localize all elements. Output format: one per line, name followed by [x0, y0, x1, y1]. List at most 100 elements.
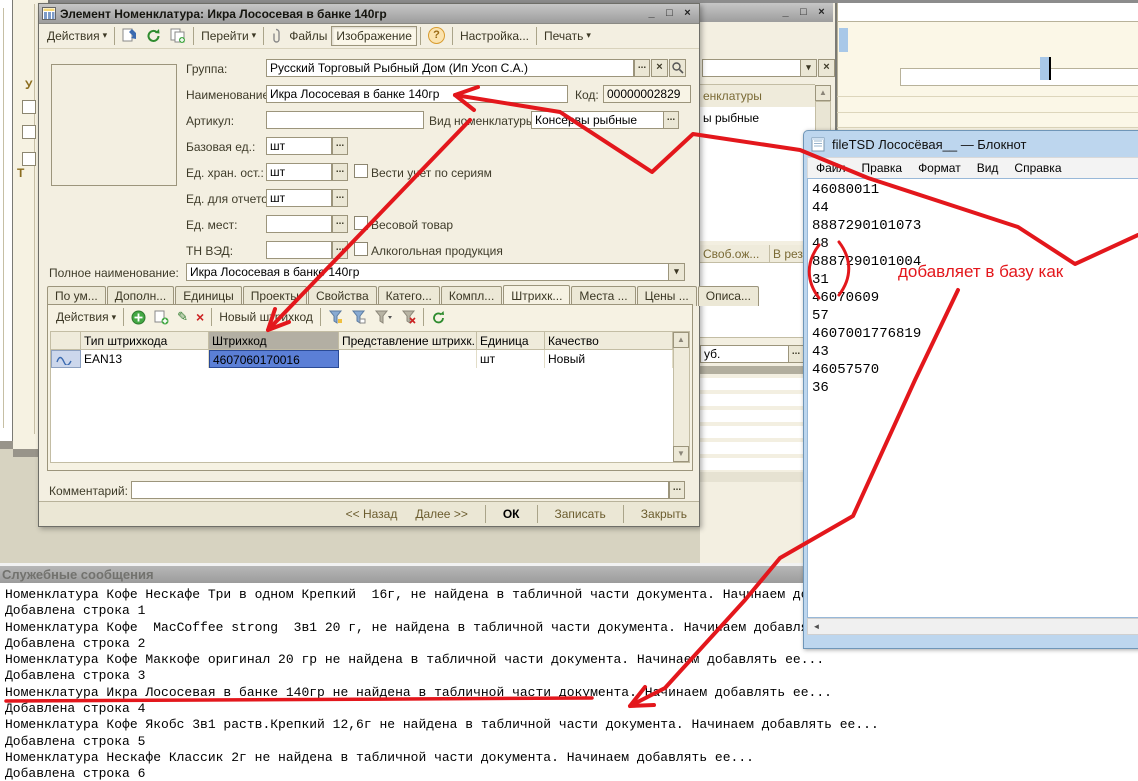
tab-svoystva[interactable]: Свойства — [308, 286, 377, 306]
storage-unit-ellipsis-button[interactable]: ... — [332, 163, 348, 181]
kind-input[interactable]: Консервы рыбные — [531, 111, 665, 129]
col-type-header[interactable]: Тип штрихкода — [81, 332, 209, 350]
code-input[interactable]: 00000002829 — [603, 85, 691, 103]
left-panel-checkbox-2[interactable] — [22, 125, 36, 139]
refresh-list-icon-button[interactable] — [427, 308, 450, 327]
edit-row-button[interactable]: ✎ — [173, 307, 192, 327]
alcohol-checkbox[interactable] — [354, 242, 368, 256]
tab-po-umolchaniyu[interactable]: По ум... — [47, 286, 106, 306]
tab-edinitsy[interactable]: Единицы — [175, 286, 242, 306]
goto-menu-button[interactable]: Перейти▾ — [197, 27, 260, 45]
bg-maximize-button[interactable]: □ — [796, 6, 811, 20]
tab-tseny[interactable]: Цены ... — [637, 286, 697, 306]
tnved-input[interactable] — [266, 241, 332, 259]
full-name-dropdown-button[interactable]: ▾ — [668, 263, 685, 281]
report-unit-input[interactable]: шт — [266, 189, 332, 207]
close-dialog-button[interactable]: Закрыть — [637, 505, 691, 523]
row-presentation-cell[interactable] — [339, 350, 477, 368]
tab-opisanie[interactable]: Описа... — [698, 286, 759, 306]
group-clear-button[interactable]: × — [651, 59, 668, 77]
close-button[interactable]: × — [680, 7, 695, 21]
row-unit-cell[interactable]: шт — [477, 350, 545, 368]
place-unit-input[interactable] — [266, 215, 332, 233]
filter-clear-icon-button[interactable] — [397, 308, 420, 326]
row-quality-cell[interactable]: Новый — [545, 350, 673, 368]
weight-checkbox[interactable] — [354, 216, 368, 230]
series-checkbox[interactable] — [354, 164, 368, 178]
notepad-titlebar[interactable]: fileTSD Лососёвая__ — Блокнот — [804, 131, 1138, 157]
notepad-menu-item[interactable]: Правка — [862, 161, 903, 175]
filter-quick-icon-button[interactable] — [347, 308, 370, 326]
delete-row-button[interactable]: × — [192, 307, 208, 327]
notepad-hscrollbar[interactable]: ◄ — [807, 618, 1138, 635]
tnved-ellipsis-button[interactable]: ... — [332, 241, 348, 259]
notepad-menu-item[interactable]: Справка — [1014, 161, 1061, 175]
reread-icon-button[interactable] — [118, 26, 142, 45]
minimize-button[interactable]: _ — [644, 7, 659, 21]
bg-minimize-button[interactable]: _ — [778, 6, 793, 20]
notepad-menu-item[interactable]: Файл — [816, 161, 846, 175]
print-menu-button[interactable]: Печать▾ — [540, 27, 595, 45]
group-input[interactable]: Русский Торговый Рыбный Дом (Ип Усоп С.А… — [266, 59, 634, 77]
help-icon-button[interactable]: ? — [424, 25, 449, 46]
filter-history-icon-button[interactable] — [370, 308, 397, 326]
bg-close-button[interactable]: × — [814, 6, 829, 20]
col-barcode-header[interactable]: Штрихкод — [209, 332, 339, 350]
tab-mesta[interactable]: Места ... — [571, 286, 635, 306]
tab-dopolnitelnye[interactable]: Дополн... — [107, 286, 174, 306]
tab-komplektuyushchie[interactable]: Компл... — [441, 286, 502, 306]
base-unit-ellipsis-button[interactable]: ... — [332, 137, 348, 155]
bg-grid-scroll-up[interactable]: ▲ — [815, 85, 831, 101]
comment-ellipsis-button[interactable]: ... — [669, 481, 685, 499]
storage-unit-input[interactable]: шт — [266, 163, 332, 181]
col-presentation-header[interactable]: Представление штрихк... — [339, 332, 477, 350]
row-barcode-cell[interactable]: 4607060170016 — [209, 350, 339, 368]
image-button[interactable]: Изображение — [331, 26, 417, 46]
place-unit-ellipsis-button[interactable]: ... — [332, 215, 348, 233]
notepad-menu-item[interactable]: Формат — [918, 161, 961, 175]
dialog-titlebar[interactable]: Элемент Номенклатура: Икра Лососевая в б… — [39, 4, 699, 24]
barcode-actions-menu-button[interactable]: Действия▾ — [52, 308, 120, 326]
bg-right-input[interactable] — [900, 68, 1138, 86]
table-scroll-up[interactable]: ▲ — [673, 332, 689, 348]
bg-currency-input[interactable]: уб. — [700, 345, 790, 363]
bg-col-free-header[interactable]: Своб.ож... — [700, 245, 770, 263]
row-type-cell[interactable]: EAN13 — [81, 350, 209, 368]
copy-row-button[interactable] — [150, 308, 173, 327]
copy-icon-button[interactable] — [166, 26, 190, 45]
comment-input[interactable] — [131, 481, 669, 499]
item-picture-box[interactable] — [51, 64, 177, 186]
filter-set-icon-button[interactable] — [324, 308, 347, 326]
tab-proekty[interactable]: Проекты — [243, 286, 307, 306]
maximize-button[interactable]: □ — [662, 7, 677, 21]
group-search-button[interactable] — [669, 59, 686, 77]
bg-combo-clear-button[interactable]: × — [818, 59, 835, 77]
bg-search-combo[interactable] — [702, 59, 803, 77]
col-unit-header[interactable]: Единица — [477, 332, 545, 350]
notepad-menu-item[interactable]: Вид — [977, 161, 999, 175]
notepad-text-area[interactable]: 4608001144888729010107348888729010100431… — [807, 178, 1138, 618]
add-row-button[interactable] — [127, 308, 150, 327]
base-unit-input[interactable]: шт — [266, 137, 332, 155]
table-scrollbar[interactable] — [673, 332, 689, 462]
name-input[interactable]: Икра Лососевая в банке 140гр — [266, 85, 568, 103]
files-button[interactable]: Файлы — [285, 27, 331, 45]
table-scroll-down[interactable]: ▼ — [673, 446, 689, 462]
ok-button[interactable]: ОК — [499, 505, 524, 523]
col-quality-header[interactable]: Качество — [545, 332, 673, 350]
write-button[interactable]: Записать — [551, 505, 610, 523]
left-panel-checkbox-1[interactable] — [22, 100, 36, 114]
row-icon-cell[interactable] — [51, 350, 81, 368]
group-ellipsis-button[interactable]: ... — [634, 59, 650, 77]
scroll-left-arrow[interactable]: ◄ — [808, 619, 825, 634]
settings-button[interactable]: Настройка... — [456, 27, 533, 45]
tab-kategorii[interactable]: Катего... — [378, 286, 440, 306]
full-name-input[interactable]: Икра Лососевая в банке 140гр — [186, 263, 669, 281]
bg-combo-dropdown-button[interactable]: ▾ — [800, 59, 817, 77]
new-barcode-button[interactable]: Новый штрихкод — [215, 308, 317, 326]
left-panel-checkbox-3[interactable] — [22, 152, 36, 166]
report-unit-ellipsis-button[interactable]: ... — [332, 189, 348, 207]
bg-grid-row[interactable]: ы рыбные — [700, 107, 815, 130]
actions-menu-button[interactable]: Действия▾ — [43, 27, 111, 45]
next-button[interactable]: Далее >> — [411, 505, 472, 523]
